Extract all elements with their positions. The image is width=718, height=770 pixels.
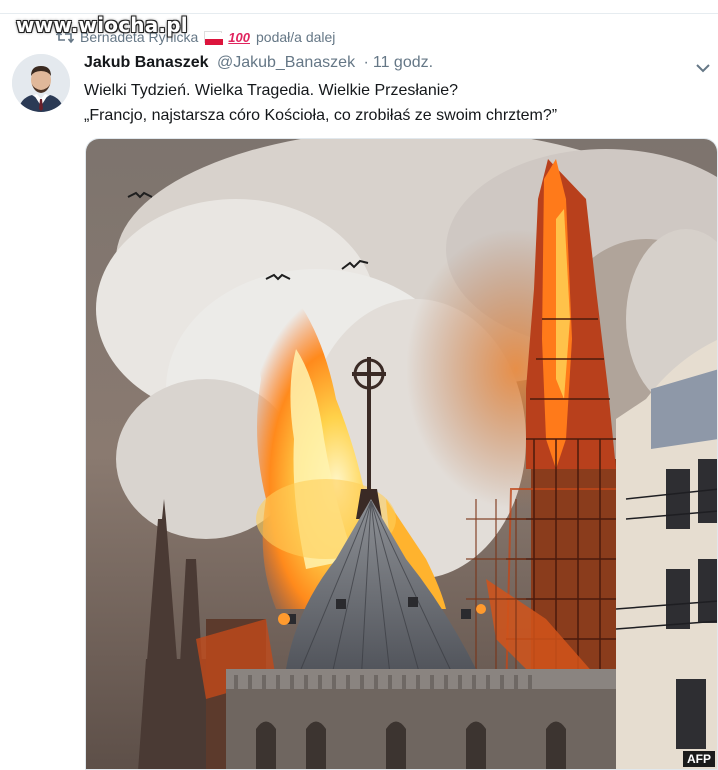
chevron-down-icon[interactable] [696,60,710,73]
author-handle[interactable]: @Jakub_Banaszek [217,54,355,71]
author-name[interactable]: Jakub Banaszek [84,54,209,71]
tweet-header: Jakub Banaszek @Jakub_Banaszek · 11 godz. [84,54,433,72]
tweet-text-line-2: „Francjo, najstarsza córo Kościoła, co z… [84,107,558,124]
site-watermark: www.wiocha.pl [16,13,188,37]
photo-credit: AFP [683,751,715,767]
tweet-photo[interactable]: AFP [85,138,718,770]
cathedral-fire-photo [86,139,717,769]
header-separator: · [363,54,369,71]
hundred-points-emoji: 100 [228,29,250,45]
tweet-text-line-1: Wielki Tydzień. Wielka Tragedia. Wielkie… [84,82,459,99]
tweet-timestamp[interactable]: 11 godz. [373,54,433,71]
tweet-text: Wielki Tydzień. Wielka Tragedia. Wielkie… [84,78,557,128]
author-avatar[interactable] [12,54,70,112]
retweet-action-label: podał/a dalej [256,29,336,45]
top-divider [0,0,718,14]
poland-flag-icon [204,31,224,45]
